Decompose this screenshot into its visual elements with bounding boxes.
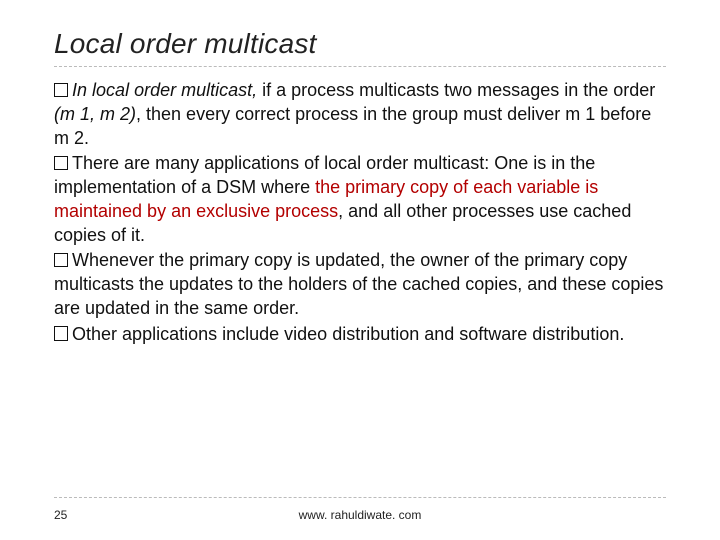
- bullet-1-m: (m 1, m 2): [54, 104, 136, 124]
- bullet-3-text: Whenever the primary copy is updated, th…: [54, 250, 663, 318]
- slide-body: In local order multicast, if a process m…: [54, 79, 666, 346]
- bullet-1-text-a: if a process multicasts two messages in …: [257, 80, 655, 100]
- bullet-1: In local order multicast, if a process m…: [54, 79, 666, 150]
- bullet-2: There are many applications of local ord…: [54, 152, 666, 247]
- title-divider: [54, 66, 666, 67]
- bullet-icon: [54, 326, 68, 340]
- bullet-icon: [54, 83, 68, 97]
- bullet-icon: [54, 156, 68, 170]
- bullet-icon: [54, 253, 68, 267]
- slide-title: Local order multicast: [54, 28, 666, 60]
- bullet-1-lead: In local order multicast,: [72, 80, 257, 100]
- footer-url: www. rahuldiwate. com: [54, 508, 666, 522]
- footer-divider: [54, 497, 666, 498]
- bullet-4: Other applications include video distrib…: [54, 323, 666, 347]
- bullet-3: Whenever the primary copy is updated, th…: [54, 249, 666, 320]
- bullet-4-text: Other applications include video distrib…: [72, 324, 624, 344]
- bullet-1-text-b: , then every correct process in the grou…: [54, 104, 651, 148]
- slide: Local order multicast In local order mul…: [0, 0, 720, 540]
